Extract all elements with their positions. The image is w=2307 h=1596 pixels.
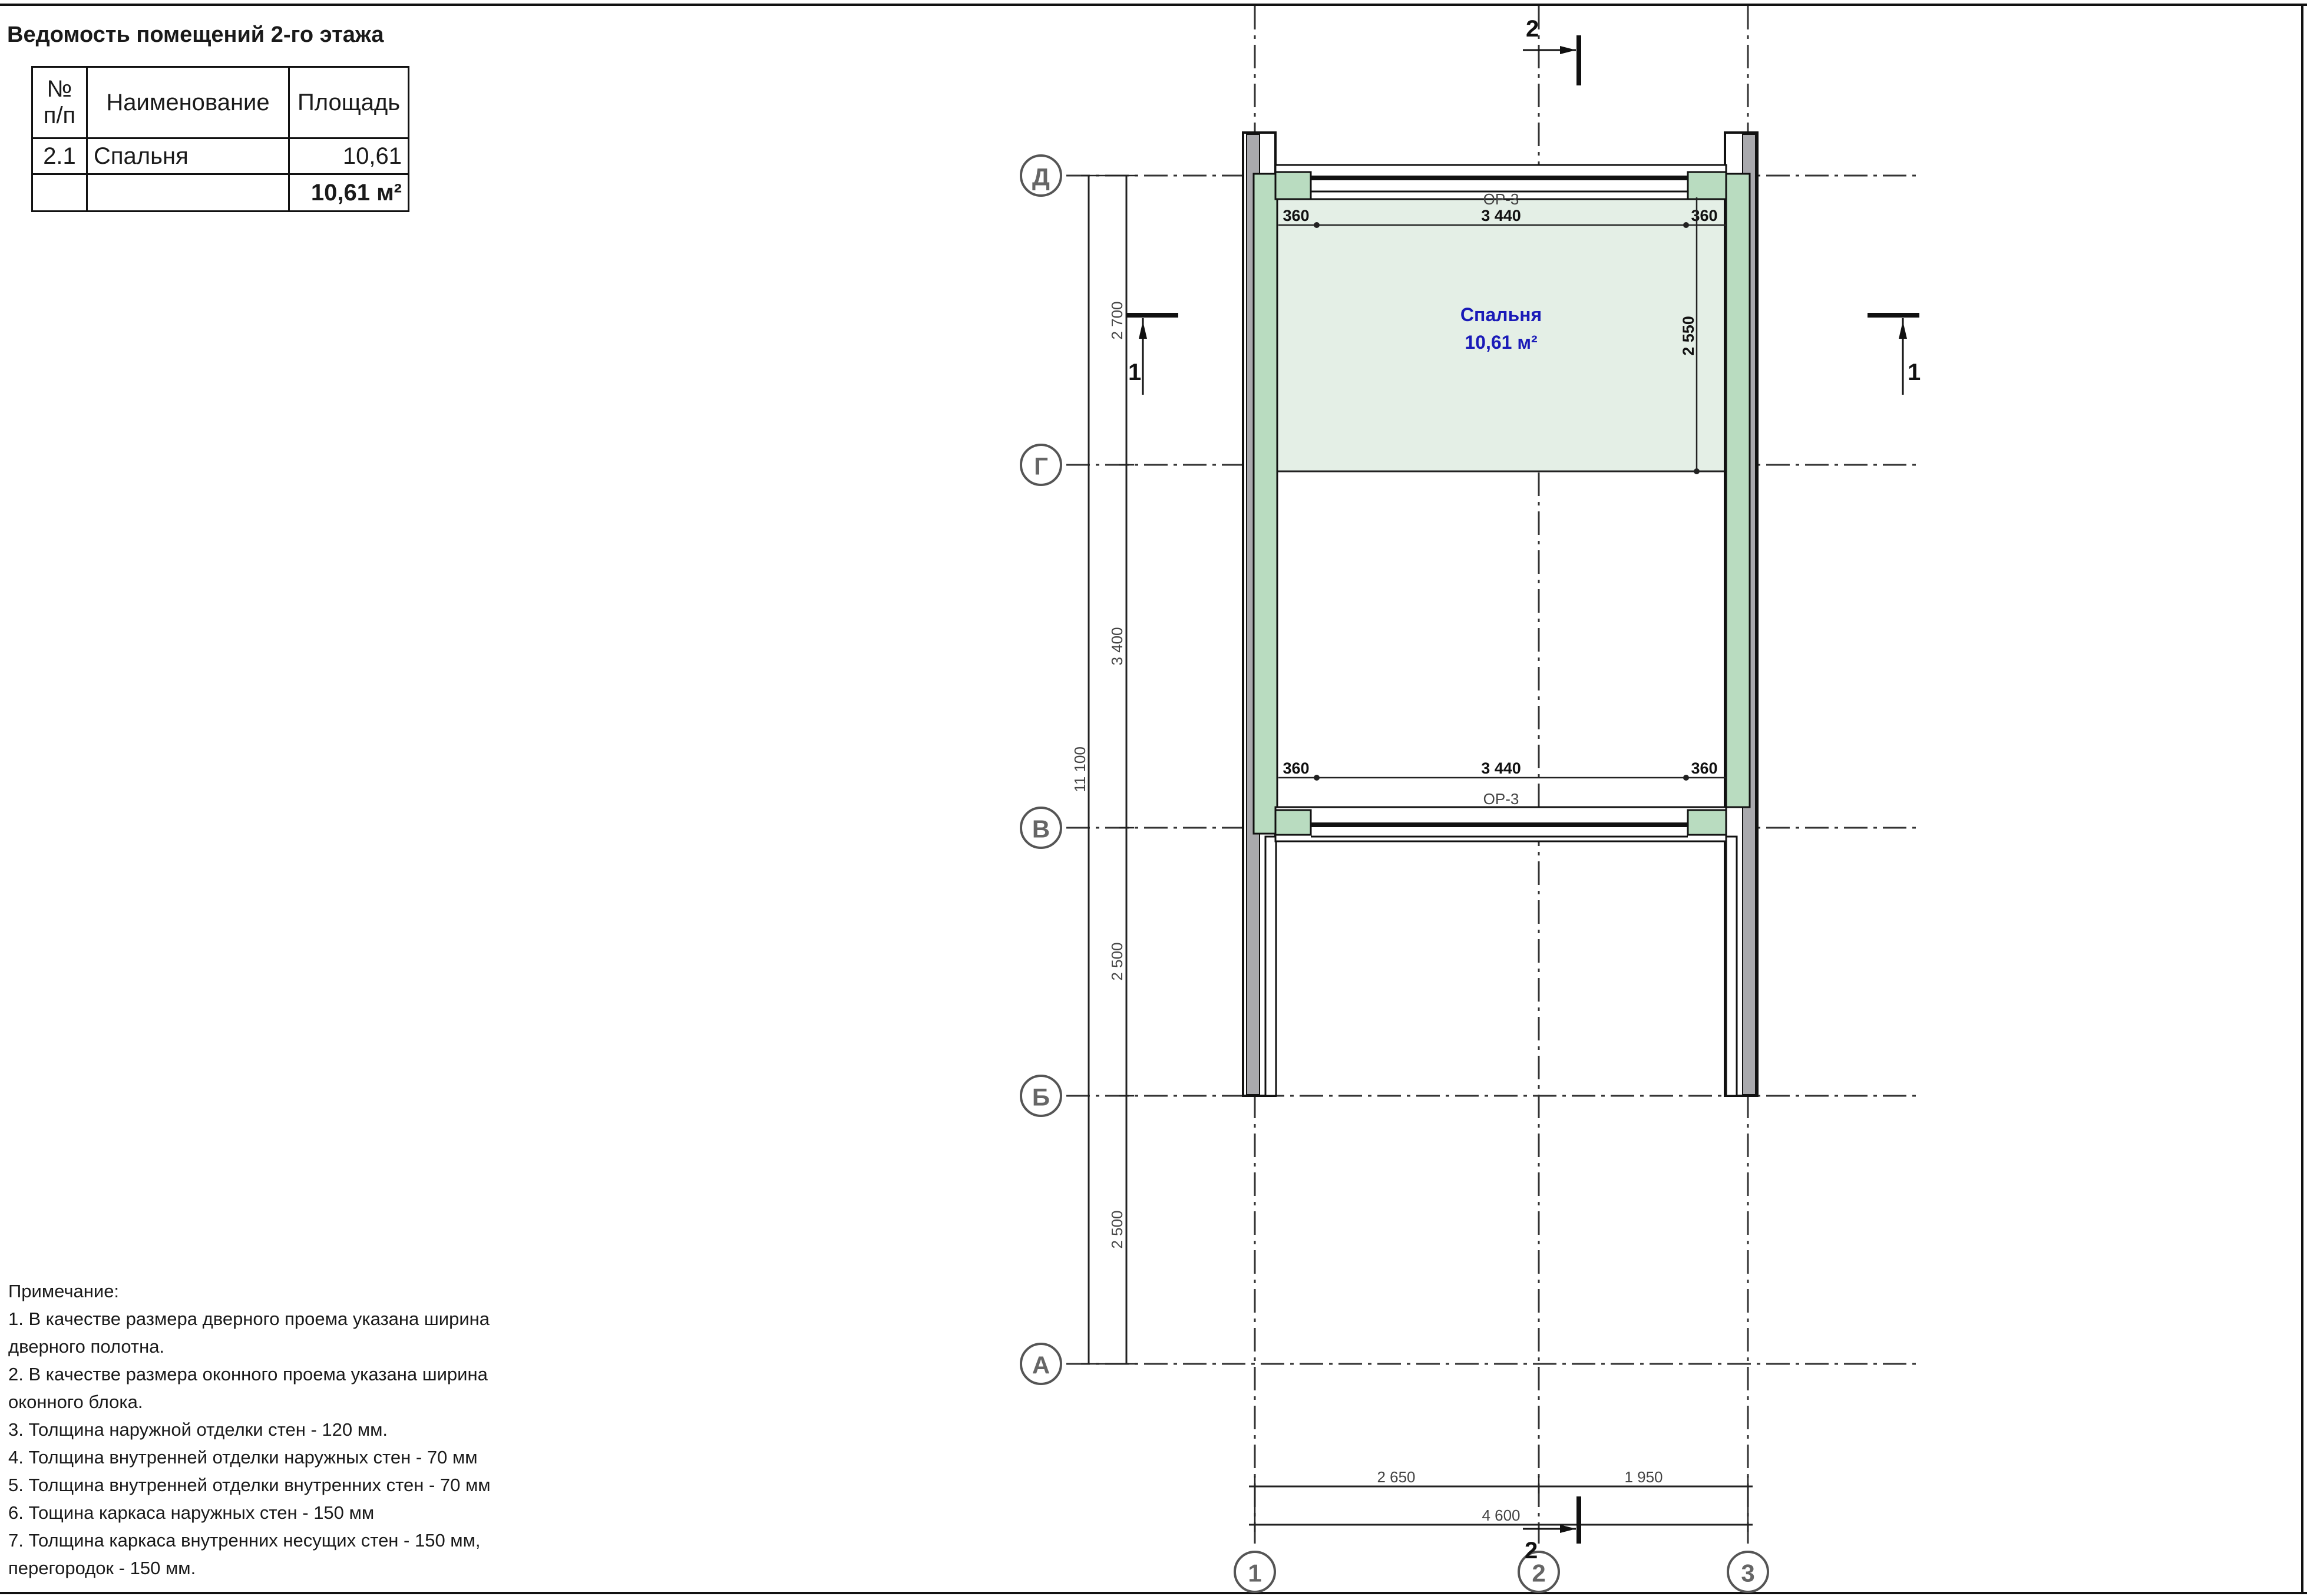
grid-label-3: 3 <box>1741 1559 1754 1587</box>
dim-bot-mid: 3 440 <box>1481 759 1521 777</box>
room-area-label: 10,61 м² <box>1465 332 1537 353</box>
section-label-2-top: 2 <box>1526 16 1539 42</box>
grid-label-g: Г <box>1034 452 1048 480</box>
grid-label-a: А <box>1032 1352 1050 1379</box>
dim-bot-right: 360 <box>1691 759 1717 777</box>
grid-label-b: Б <box>1032 1083 1050 1111</box>
grid-label-1: 1 <box>1248 1559 1261 1587</box>
grid-bubble-row-v: В <box>1020 807 1062 849</box>
dim-left-1: 2 700 <box>1108 301 1126 339</box>
floor-plan-drawing: .axis { stroke: #333; stroke-width: 3; s… <box>1020 6 1921 1593</box>
grid-bubble-row-g: Г <box>1020 444 1062 486</box>
room-name-label: Спальня <box>1460 304 1542 325</box>
dim-top-mid: 3 440 <box>1481 207 1521 224</box>
dim-bottom-total: 4 600 <box>1482 1506 1520 1524</box>
window-tag-top: ОР-3 <box>1483 190 1519 208</box>
section-mark-1-left: 1 <box>1126 313 1178 395</box>
grid-label-d: Д <box>1032 163 1050 191</box>
section-mark-1-right: 1 <box>1868 313 1921 395</box>
section-label-2-bottom: 2 <box>1525 1538 1538 1564</box>
grid-bubble-col-3: 3 <box>1727 1551 1769 1593</box>
dimension-chain-bottom: 2 650 1 950 4 600 <box>1249 1468 1753 1532</box>
dim-top-right: 360 <box>1691 207 1717 224</box>
dim-bottom-2: 1 950 <box>1624 1468 1663 1486</box>
wall-bottom-window <box>1274 806 1727 842</box>
dim-left-4: 2 500 <box>1108 1210 1126 1248</box>
dimension-chain-left: 2 700 3 400 2 500 2 500 11 100 <box>1071 174 1137 1365</box>
grid-bubble-row-d: Д <box>1020 154 1062 197</box>
dim-room-height: 2 550 <box>1680 316 1697 356</box>
wall-right <box>1724 131 1759 1097</box>
grid-bubble-row-b: Б <box>1020 1075 1062 1117</box>
window-tag-bottom: ОР-3 <box>1483 790 1519 808</box>
dim-top-left: 360 <box>1283 207 1309 224</box>
section-mark-2-top: 2 <box>1523 16 1581 85</box>
wall-left <box>1242 131 1278 1097</box>
dim-left-total: 11 100 <box>1071 746 1089 792</box>
dim-left-2: 3 400 <box>1108 627 1126 665</box>
section-mark-2-bottom: 2 <box>1523 1496 1581 1564</box>
section-label-1-right: 1 <box>1908 359 1921 385</box>
dimension-inner-bottom: 360 3 440 360 <box>1278 759 1726 781</box>
grid-label-v: В <box>1032 815 1050 843</box>
grid-bubble-row-a: А <box>1020 1343 1062 1385</box>
dim-bottom-1: 2 650 <box>1377 1468 1415 1486</box>
dim-left-3: 2 500 <box>1108 942 1126 980</box>
grid-bubble-col-1: 1 <box>1234 1551 1276 1593</box>
section-label-1-left: 1 <box>1128 359 1141 385</box>
dim-bot-left: 360 <box>1283 759 1309 777</box>
